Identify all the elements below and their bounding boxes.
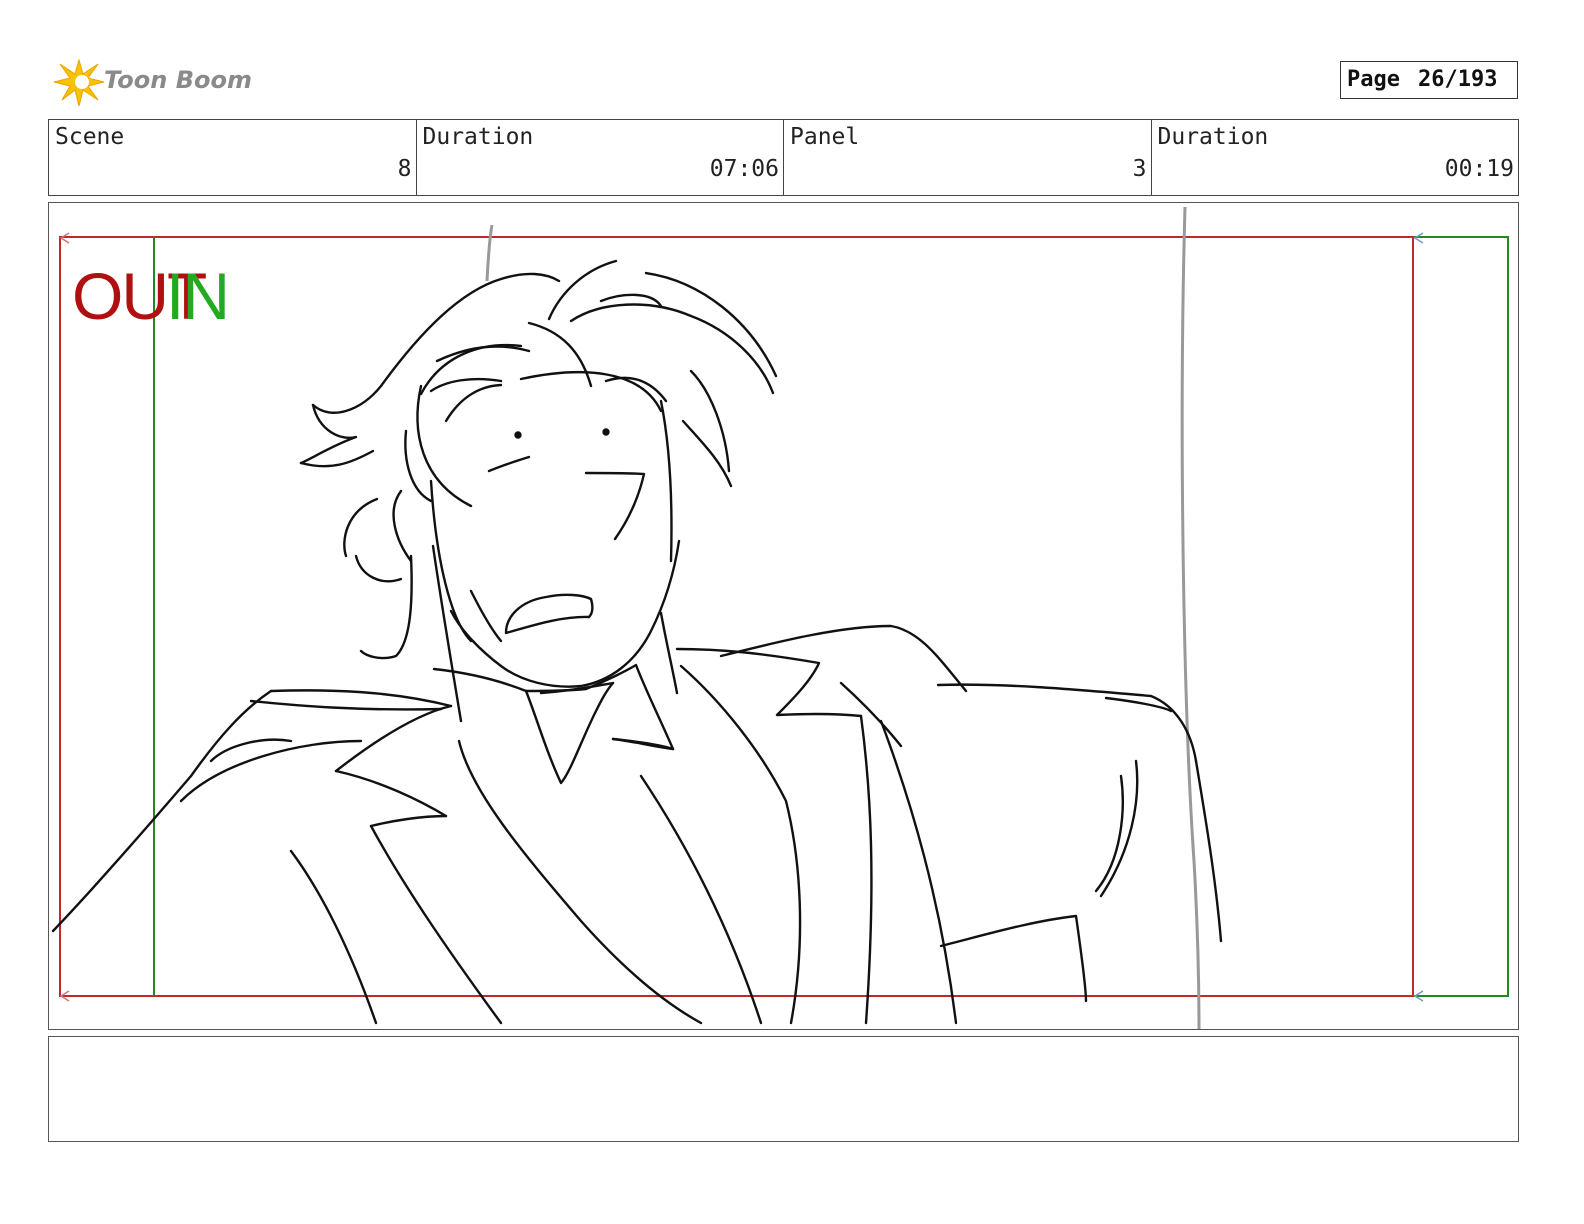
scene-cell: Scene 8: [49, 120, 417, 195]
scene-label: Scene: [55, 124, 125, 150]
scene-duration-value: 07:06: [709, 156, 779, 182]
panel-label: Panel: [790, 124, 860, 150]
starburst-icon: [53, 58, 105, 107]
out-frame: [59, 236, 1414, 997]
scene-duration-label: Duration: [422, 124, 534, 150]
page-indicator: Page 26/193: [1340, 61, 1518, 99]
sketch-canvas: [51, 206, 1509, 1029]
in-frame: [153, 236, 1509, 997]
toon-boom-logo: Toon Boom: [52, 56, 252, 108]
panel-duration-label: Duration: [1157, 124, 1269, 150]
page-label: Page: [1347, 67, 1400, 92]
in-frame-label: IN: [166, 259, 230, 333]
character-sketch: [51, 259, 1223, 1025]
logo-text: Toon Boom: [104, 66, 252, 94]
panel-duration-cell: Duration 00:19: [1152, 120, 1519, 195]
scene-value: 8: [397, 156, 412, 182]
panel-info-bar: Scene 8 Duration 07:06 Panel 3 Duration …: [48, 119, 1519, 196]
panel-duration-value: 00:19: [1444, 156, 1514, 182]
scene-duration-cell: Duration 07:06: [417, 120, 784, 195]
panel-value: 3: [1132, 156, 1147, 182]
storyboard-panel: [48, 202, 1519, 1030]
panel-cell: Panel 3: [784, 120, 1152, 195]
panel-notes-box[interactable]: [48, 1036, 1519, 1142]
page-number: 26/193: [1417, 67, 1498, 92]
